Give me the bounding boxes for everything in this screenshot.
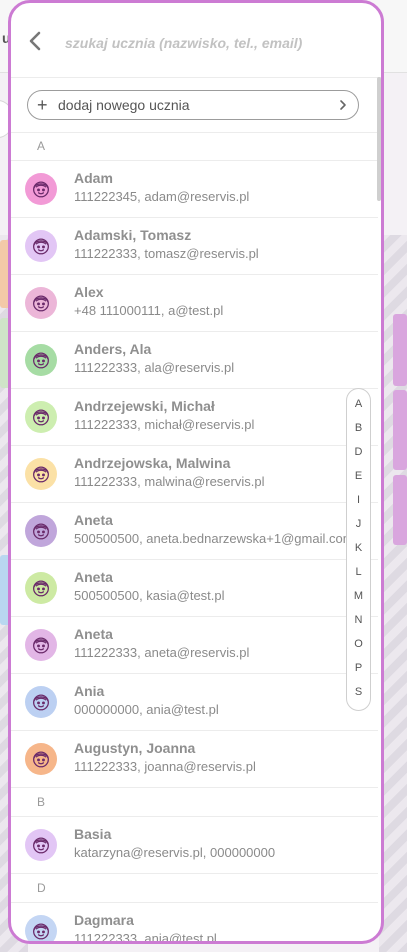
student-list[interactable]: A Adam 111222345, adam@reservis.pl Adamski,… <box>11 132 378 941</box>
student-name: Aneta <box>74 626 113 642</box>
student-name: Anders, Ala <box>74 341 152 357</box>
alphabet-index-letter[interactable]: L <box>347 566 370 578</box>
scrollbar[interactable] <box>377 77 381 201</box>
chevron-right-icon <box>340 100 346 110</box>
student-contact: 111222333, tomasz@reservis.pl <box>74 246 259 261</box>
student-row[interactable]: Aneta 500500500, kasia@test.pl <box>11 560 378 617</box>
student-row[interactable]: Aneta 500500500, aneta.bednarzewska+1@gma… <box>11 503 378 560</box>
background-event-block <box>393 314 407 386</box>
student-avatar-icon <box>25 572 57 604</box>
student-avatar-icon <box>25 515 57 547</box>
student-avatar-icon <box>25 401 57 433</box>
student-search-modal: + dodaj nowego ucznia A Adam 111222345, ad… <box>8 0 384 944</box>
student-avatar-icon <box>25 629 57 661</box>
student-row[interactable]: Ania 000000000, ania@test.pl <box>11 674 378 731</box>
student-contact: 111222333, joanna@reservis.pl <box>74 759 256 774</box>
chevron-left-icon <box>29 31 41 51</box>
alphabet-index-letter[interactable]: K <box>347 542 370 554</box>
section-header: D <box>11 874 378 903</box>
student-name: Andrzejowska, Malwina <box>74 455 231 471</box>
student-contact: 111222333, michał@reservis.pl <box>74 417 255 432</box>
student-row[interactable]: Adamski, Tomasz 111222333, tomasz@reservi… <box>11 218 378 275</box>
section-letter: B <box>37 795 46 809</box>
student-avatar-icon <box>25 458 57 490</box>
student-row[interactable]: Dagmara 111222333, ania@test.pl <box>11 903 378 941</box>
student-avatar-icon <box>25 230 57 262</box>
section-header: A <box>11 132 378 161</box>
student-name: Andrzejewski, Michał <box>74 398 215 414</box>
student-avatar-icon <box>25 344 57 376</box>
alphabet-index: ABDEIJKLMNOPS <box>346 388 371 711</box>
alphabet-index-letter[interactable]: D <box>347 446 370 458</box>
student-name: Basia <box>74 826 112 842</box>
student-row[interactable]: Adam 111222345, adam@reservis.pl <box>11 161 378 218</box>
add-student-row: + dodaj nowego ucznia <box>11 78 381 133</box>
student-name: Ania <box>74 683 105 699</box>
student-avatar-icon <box>25 173 57 205</box>
student-contact: 111222345, adam@reservis.pl <box>74 189 250 204</box>
student-row[interactable]: Aneta 111222333, aneta@reservis.pl <box>11 617 378 674</box>
student-name: Dagmara <box>74 912 134 928</box>
student-row[interactable]: Andrzejewski, Michał 111222333, michał@re… <box>11 389 378 446</box>
student-row[interactable]: Anders, Ala 111222333, ala@reservis.pl <box>11 332 378 389</box>
search-input[interactable] <box>63 30 367 56</box>
alphabet-index-letter[interactable]: S <box>347 686 370 698</box>
alphabet-index-letter[interactable]: E <box>347 470 370 482</box>
alphabet-index-letter[interactable]: B <box>347 422 370 434</box>
student-contact: 500500500, aneta.bednarzewska+1@gmail.co… <box>74 531 346 546</box>
search-bar <box>11 3 381 78</box>
alphabet-index-letter[interactable]: A <box>347 398 370 410</box>
background-event-block <box>393 390 407 470</box>
student-contact: 111222333, ala@reservis.pl <box>74 360 235 375</box>
background-event-block <box>393 475 407 545</box>
alphabet-index-letter[interactable]: N <box>347 614 370 626</box>
student-avatar-icon <box>25 287 57 319</box>
student-contact: 111222333, ania@test.pl <box>74 931 217 941</box>
section-letter: D <box>37 881 46 895</box>
alphabet-index-letter[interactable]: O <box>347 638 370 650</box>
student-row[interactable]: Basia katarzyna@reservis.pl, 000000000 <box>11 817 378 874</box>
student-name: Adam <box>74 170 113 186</box>
section-letter: A <box>37 139 46 153</box>
student-avatar-icon <box>25 915 57 941</box>
student-avatar-icon <box>25 829 57 861</box>
alphabet-index-letter[interactable]: I <box>347 494 370 506</box>
section-header: B <box>11 788 378 817</box>
student-name: Aneta <box>74 569 113 585</box>
alphabet-index-letter[interactable]: J <box>347 518 370 530</box>
student-avatar-icon <box>25 743 57 775</box>
back-button[interactable] <box>25 29 47 53</box>
student-name: Augustyn, Joanna <box>74 740 196 756</box>
student-avatar-icon <box>25 686 57 718</box>
student-contact: katarzyna@reservis.pl, 000000000 <box>74 845 276 860</box>
student-row[interactable]: Augustyn, Joanna 111222333, joanna@reserv… <box>11 731 378 788</box>
add-student-label: dodaj nowego ucznia <box>58 97 190 113</box>
student-row[interactable]: Alex +48 111000111, a@test.pl <box>11 275 378 332</box>
alphabet-index-letter[interactable]: M <box>347 590 370 602</box>
student-contact: 111222333, malwina@reservis.pl <box>74 474 265 489</box>
alphabet-index-letter[interactable]: P <box>347 662 370 674</box>
student-row[interactable]: Andrzejowska, Malwina 111222333, malwina@… <box>11 446 378 503</box>
student-contact: 500500500, kasia@test.pl <box>74 588 225 603</box>
student-contact: 000000000, ania@test.pl <box>74 702 219 717</box>
student-name: Aneta <box>74 512 113 528</box>
add-student-button[interactable]: + dodaj nowego ucznia <box>27 90 359 120</box>
student-name: Adamski, Tomasz <box>74 227 192 243</box>
student-name: Alex <box>74 284 104 300</box>
plus-icon: + <box>37 95 48 115</box>
student-contact: 111222333, aneta@reservis.pl <box>74 645 250 660</box>
student-contact: +48 111000111, a@test.pl <box>74 303 224 318</box>
